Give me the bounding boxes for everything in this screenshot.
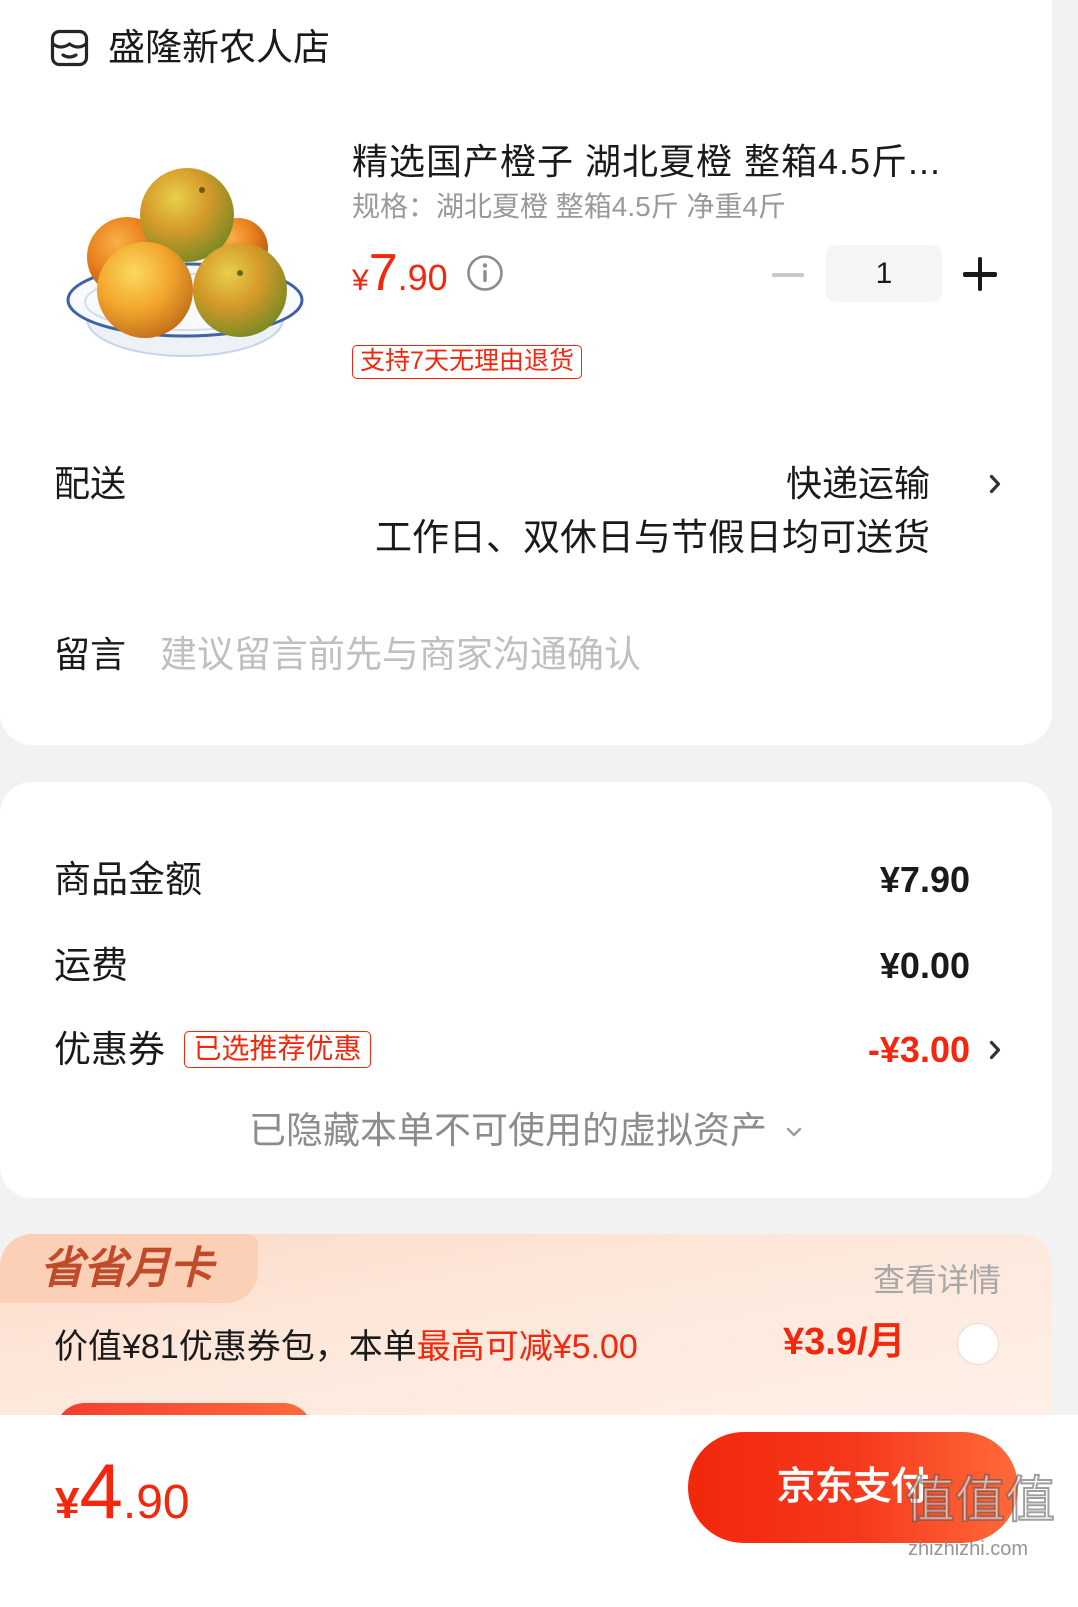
return-policy-badge: 支持7天无理由退货 [352, 345, 582, 379]
chevron-right-icon [989, 1040, 1001, 1060]
decrease-quantity-button[interactable] [760, 250, 816, 300]
coupon-row[interactable]: 优惠券 已选推荐优惠 -¥3.00 [0, 1028, 1052, 1072]
minus-icon [772, 273, 804, 277]
info-icon[interactable] [466, 254, 504, 292]
order-card: 盛隆新农人店 精选国产橙子 湖北夏橙 整箱4.5斤... 规格：湖北夏橙 整箱4… [0, 0, 1052, 745]
delivery-note: 工作日、双休日与节假日均可送货 [375, 517, 930, 558]
goods-amount-value: ¥7.90 [879, 859, 970, 900]
shipping-label: 运费 [54, 945, 128, 986]
increase-quantity-button[interactable] [955, 249, 1005, 299]
monthly-card-desc-highlight: 最高可减¥5.00 [416, 1328, 638, 1366]
delivery-label: 配送 [54, 463, 127, 504]
monthly-card-tag: 省省月卡 [0, 1234, 258, 1303]
goods-amount-label: 商品金额 [54, 859, 202, 900]
monthly-card-desc-prefix: 价值¥81优惠券包，本单 [54, 1328, 417, 1366]
price-currency: ¥ [352, 264, 369, 297]
total-integer: 4 [79, 1447, 123, 1535]
goods-amount-row: 商品金额 ¥7.90 [0, 858, 1052, 902]
monthly-card-description: 价值¥81优惠券包，本单最高可减¥5.00 [54, 1327, 638, 1367]
total-decimal: .90 [122, 1476, 190, 1529]
shipping-value: ¥0.00 [879, 945, 970, 986]
message-input[interactable] [160, 632, 1000, 678]
monthly-card-price: ¥3.9/月 [783, 1321, 906, 1363]
quantity-input[interactable]: 1 [826, 245, 942, 302]
view-details-link[interactable]: 查看详情 [873, 1261, 1001, 1299]
coupon-value: -¥3.00 [867, 1029, 970, 1070]
product-price: ¥ 7 .90 [352, 247, 448, 299]
price-decimal: .90 [397, 257, 448, 298]
total-currency: ¥ [55, 1479, 80, 1528]
price-integer: 7 [368, 244, 398, 302]
chevron-down-icon [785, 1125, 803, 1137]
message-label: 留言 [54, 634, 127, 675]
total-price: ¥ 4 .90 [55, 1452, 190, 1530]
monthly-card-radio[interactable] [957, 1323, 999, 1365]
monthly-card-tag-text: 省省月卡 [40, 1244, 213, 1293]
hidden-assets-text: 已隐藏本单不可使用的虚拟资产 [249, 1110, 767, 1151]
watermark-logo: 值值值 [904, 1471, 1056, 1529]
coupon-label: 优惠券 [54, 1029, 165, 1070]
message-row: 留言 [0, 610, 1052, 700]
store-icon [50, 27, 90, 69]
delivery-method: 快递运输 [785, 463, 930, 504]
product-title[interactable]: 精选国产橙子 湖北夏橙 整箱4.5斤... [352, 140, 1002, 184]
price-summary-card: 商品金额 ¥7.90 运费 ¥0.00 优惠券 已选推荐优惠 -¥3.00 已隐… [0, 782, 1052, 1198]
product-image[interactable] [62, 165, 307, 365]
delivery-row[interactable]: 配送 快递运输 工作日、双休日与节假日均可送货 [0, 440, 1052, 570]
coupon-selected-badge: 已选推荐优惠 [184, 1031, 371, 1068]
monthly-savings-card: 省省月卡 查看详情 价值¥81优惠券包，本单最高可减¥5.00 ¥3.9/月 [0, 1234, 1052, 1434]
product-spec[interactable]: 规格：湖北夏橙 整箱4.5斤 净重4斤 [352, 190, 786, 224]
checkout-bar: ¥ 4 .90 京东支付 值值值 zhizhizhi.com [0, 1415, 1078, 1607]
chevron-right-icon [989, 474, 1001, 494]
watermark-site: zhizhizhi.com [908, 1538, 1029, 1560]
hidden-assets-toggle[interactable]: 已隐藏本单不可使用的虚拟资产 [0, 1109, 1052, 1153]
store-name: 盛隆新农人店 [108, 27, 330, 68]
store-header[interactable]: 盛隆新农人店 [50, 24, 330, 72]
shipping-row: 运费 ¥0.00 [0, 944, 1052, 988]
